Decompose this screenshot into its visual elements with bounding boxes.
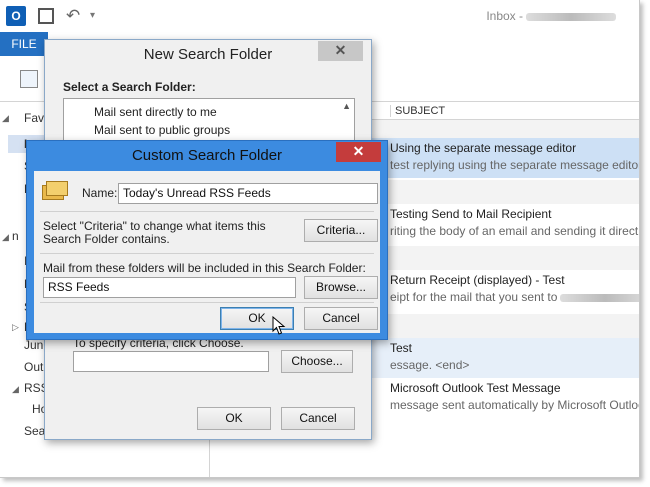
divider xyxy=(40,253,374,254)
criteria-field xyxy=(73,351,269,372)
message-preview: eipt for the mail that you sent to xyxy=(390,290,639,304)
collapse-arrow-icon[interactable]: ◢ xyxy=(2,232,9,243)
message-subject: Test xyxy=(390,341,413,355)
folders-field: RSS Feeds xyxy=(43,277,296,298)
message-preview: essage. <end> xyxy=(390,358,470,372)
message-preview: message sent automatically by Microsoft … xyxy=(390,398,640,412)
message-preview-text: eipt for the mail that you sent to xyxy=(390,290,558,304)
select-search-folder-label: Select a Search Folder: xyxy=(63,80,196,94)
message-subject: Microsoft Outlook Test Message xyxy=(390,381,561,395)
message-preview: riting the body of an email and sending … xyxy=(390,224,639,238)
redacted-account xyxy=(526,12,616,21)
collapse-arrow-icon[interactable]: ◢ xyxy=(12,384,19,395)
save-icon[interactable] xyxy=(38,8,54,24)
browse-button[interactable]: Browse... xyxy=(304,276,378,299)
close-icon[interactable]: ✕ xyxy=(318,41,363,61)
redacted-address xyxy=(560,293,639,302)
choose-button[interactable]: Choose... xyxy=(281,350,353,373)
undo-icon[interactable]: ↶ xyxy=(66,6,86,26)
file-tab[interactable]: FILE xyxy=(0,32,48,56)
criteria-text-line-1: Select "Criteria" to change what items t… xyxy=(43,219,266,233)
window-title-text: Inbox - xyxy=(486,9,523,23)
pointer-cursor-icon xyxy=(272,316,286,335)
subject-column-header[interactable]: SUBJECT xyxy=(390,105,445,117)
title-bar: O ↶ ▾ Inbox - xyxy=(0,0,639,32)
message-subject: Testing Send to Mail Recipient xyxy=(390,207,552,221)
new-email-icon[interactable] xyxy=(20,70,38,88)
message-preview: test replying using the separate message… xyxy=(390,158,640,172)
message-subject: Return Receipt (displayed) - Test xyxy=(390,273,565,287)
criteria-text-line-2: Search Folder contains. xyxy=(43,232,170,246)
divider xyxy=(40,211,374,212)
custom-search-folder-dialog: Custom Search Folder ✕ Name: Today's Unr… xyxy=(26,140,388,340)
window-title: Inbox - xyxy=(486,9,616,23)
ok-button[interactable]: OK xyxy=(197,407,271,430)
name-field[interactable]: Today's Unread RSS Feeds xyxy=(118,183,378,204)
list-item[interactable]: Mail sent to public groups xyxy=(94,123,230,137)
list-item[interactable]: Mail sent directly to me xyxy=(94,105,217,119)
criteria-button[interactable]: Criteria... xyxy=(304,219,378,242)
cancel-button[interactable]: Cancel xyxy=(304,307,378,330)
divider xyxy=(40,302,374,303)
folder-icon xyxy=(42,179,68,201)
dialog-title: Custom Search Folder xyxy=(27,141,387,171)
expand-arrow-icon[interactable]: ▷ xyxy=(12,322,19,333)
outlook-logo-icon[interactable]: O xyxy=(6,6,26,26)
dialog-body: Name: Today's Unread RSS Feeds Select "C… xyxy=(34,171,380,333)
collapse-arrow-icon[interactable]: ◢ xyxy=(2,113,9,124)
nav-account[interactable]: n xyxy=(12,229,19,243)
name-label: Name: xyxy=(82,186,118,200)
cancel-button[interactable]: Cancel xyxy=(281,407,355,430)
folders-text: Mail from these folders will be included… xyxy=(43,261,366,275)
scroll-up-icon[interactable]: ▲ xyxy=(342,101,351,111)
quick-access-dropdown-icon[interactable]: ▾ xyxy=(90,6,110,26)
close-icon[interactable]: ✕ xyxy=(336,142,381,162)
message-subject: Using the separate message editor xyxy=(390,141,577,155)
